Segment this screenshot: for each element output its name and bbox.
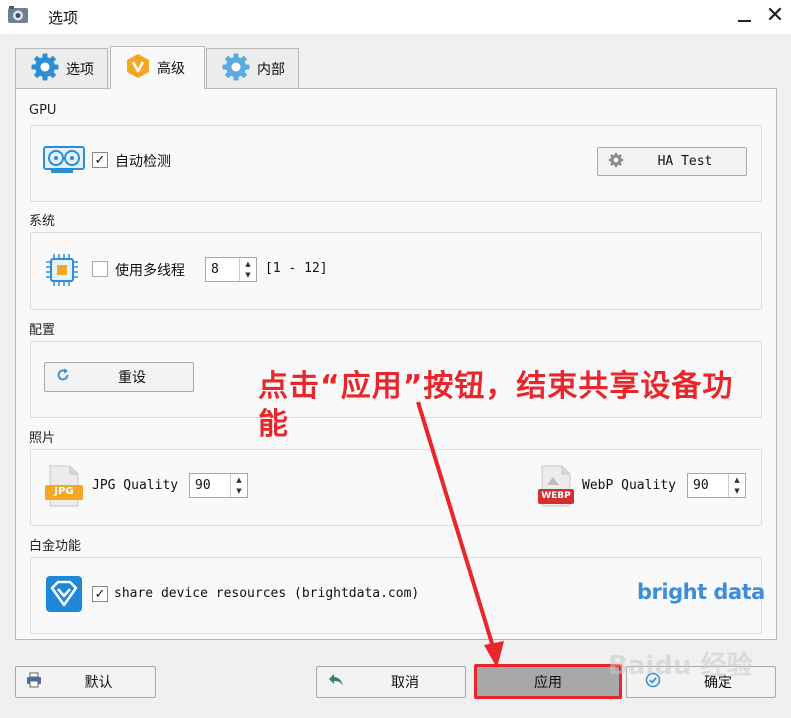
threads-range-label: [1 - 12] <box>265 261 328 276</box>
config-section-label: 配置 <box>29 323 56 338</box>
webp-quality-value: 90 <box>693 478 709 493</box>
annotation-text: 点击“应用”按钮，结束共享设备功能 <box>258 369 734 442</box>
tab-advanced-label: 高级 <box>157 61 185 77</box>
minimize-button[interactable] <box>735 6 755 26</box>
gear-icon <box>30 52 60 86</box>
jpg-down-arrow[interactable]: ▼ <box>231 486 247 498</box>
threads-stepper[interactable]: 8 ▲ ▼ <box>205 257 257 282</box>
threads-down-arrow[interactable]: ▼ <box>240 270 256 282</box>
threads-value: 8 <box>211 262 219 277</box>
ha-test-button[interactable]: HA Test <box>597 147 747 176</box>
title-bar <box>0 0 791 34</box>
watermark: Baidu 经验 <box>608 651 753 681</box>
share-resources-checkbox[interactable]: ✓ <box>92 586 108 602</box>
cpu-chip-icon <box>44 252 80 292</box>
tab-advanced[interactable]: 高级 <box>110 46 205 89</box>
brightdata-logo-icon <box>46 576 82 616</box>
jpg-quality-stepper[interactable]: 90 ▲ ▼ <box>189 473 248 498</box>
apply-highlight-box <box>474 664 622 699</box>
tab-options[interactable]: 选项 <box>15 48 108 88</box>
jpg-quality-label: JPG Quality <box>92 478 179 493</box>
auto-detect-checkbox[interactable]: ✓ <box>92 152 108 168</box>
cancel-button[interactable]: 取消 <box>316 666 466 698</box>
default-button[interactable]: 默认 <box>15 666 156 698</box>
system-section-label: 系统 <box>29 214 56 229</box>
webp-icon-text: WEBP <box>541 491 571 501</box>
photo-section-label: 照片 <box>29 431 56 446</box>
cancel-label: 取消 <box>391 675 419 691</box>
tab-options-label: 选项 <box>66 61 94 78</box>
default-label: 默认 <box>84 675 113 691</box>
webp-quality-label: WebP Quality <box>582 478 676 493</box>
app-icon <box>6 5 32 27</box>
gear-icon <box>608 152 624 172</box>
tab-internal-label: 内部 <box>257 61 285 78</box>
tab-internal[interactable]: 内部 <box>206 48 299 88</box>
brightdata-brand: bright data <box>637 580 765 604</box>
gpu-card-icon <box>43 145 85 179</box>
platinum-section-label: 白金功能 <box>29 539 82 554</box>
v-badge-icon <box>125 53 151 83</box>
webp-quality-stepper[interactable]: 90 ▲ ▼ <box>687 473 746 498</box>
reset-button[interactable]: 重设 <box>44 362 194 392</box>
threads-up-arrow[interactable]: ▲ <box>240 258 256 270</box>
share-resources-label: share device resources (brightdata.com) <box>114 586 420 601</box>
multithread-label: 使用多线程 <box>115 263 185 279</box>
window-title: 选项 <box>48 9 79 27</box>
back-arrow-icon <box>327 672 345 692</box>
auto-detect-label: 自动检测 <box>115 154 171 170</box>
refresh-icon <box>55 367 71 387</box>
jpg-up-arrow[interactable]: ▲ <box>231 474 247 486</box>
webp-down-arrow[interactable]: ▼ <box>729 486 745 498</box>
jpg-quality-value: 90 <box>195 478 211 493</box>
multithread-checkbox[interactable] <box>92 261 108 277</box>
ha-test-label: HA Test <box>657 154 713 169</box>
close-button[interactable]: ✕ <box>762 3 788 29</box>
printer-icon <box>26 672 42 692</box>
jpg-file-icon: JPG <box>44 465 84 507</box>
webp-up-arrow[interactable]: ▲ <box>729 474 745 486</box>
reset-label: 重设 <box>118 370 146 386</box>
gear-icon <box>221 52 251 86</box>
webp-file-icon: WEBP <box>537 465 575 507</box>
gpu-section-label: GPU <box>29 103 57 118</box>
jpg-icon-text: JPG <box>54 486 74 497</box>
